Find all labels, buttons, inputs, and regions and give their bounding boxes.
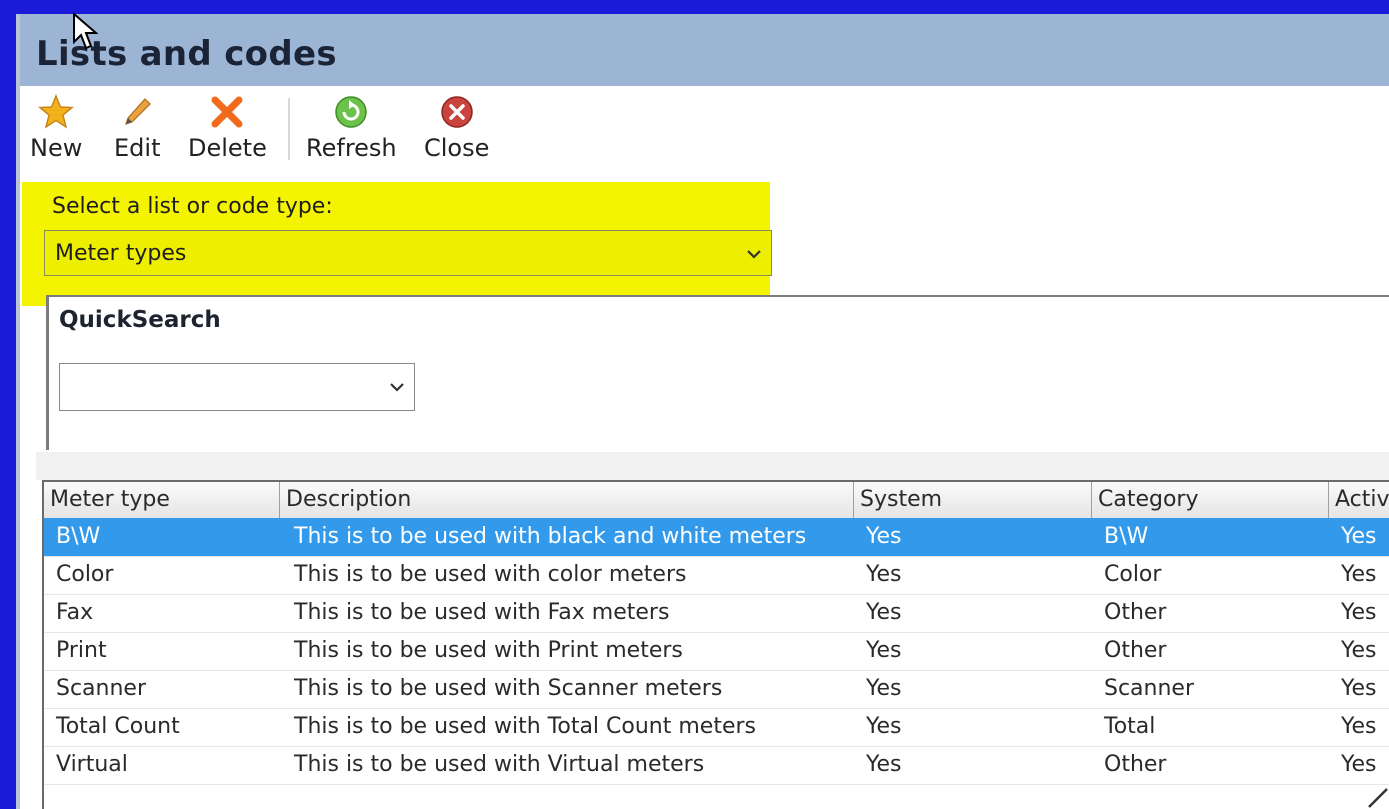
toolbar: New Edit Delete Refresh Close xyxy=(20,86,1389,176)
cell-system: Yes xyxy=(866,524,902,549)
table-row[interactable]: B\W This is to be used with black and whi… xyxy=(44,518,1389,557)
cell-meter-type: B\W xyxy=(56,524,101,549)
cell-category: B\W xyxy=(1104,524,1149,549)
table-row[interactable]: Print This is to be used with Print meter… xyxy=(44,632,1389,671)
close-button[interactable]: Close xyxy=(424,92,489,172)
panel-divider xyxy=(36,452,1389,480)
column-header-category[interactable]: Category xyxy=(1092,482,1329,518)
column-header-system[interactable]: System xyxy=(854,482,1092,518)
table-row[interactable]: Scanner This is to be used with Scanner m… xyxy=(44,670,1389,709)
cell-system: Yes xyxy=(866,752,902,777)
table-row[interactable]: Fax This is to be used with Fax meters Yes… xyxy=(44,594,1389,633)
new-button[interactable]: New xyxy=(30,92,82,172)
quicksearch-title: QuickSearch xyxy=(59,307,221,333)
cell-system: Yes xyxy=(866,600,902,625)
window-border-left xyxy=(0,0,16,809)
cell-category: Other xyxy=(1104,638,1167,663)
chevron-down-icon xyxy=(747,250,761,259)
cell-description: This is to be used with Total Count mete… xyxy=(294,714,756,739)
grid-header: Meter type Description System Category A… xyxy=(44,482,1389,519)
cell-system: Yes xyxy=(866,714,902,739)
chevron-down-icon xyxy=(390,383,404,392)
column-header-meter-type[interactable]: Meter type xyxy=(44,482,280,518)
cell-description: This is to be used with color meters xyxy=(294,562,687,587)
delete-x-icon xyxy=(207,92,247,132)
cell-meter-type: Fax xyxy=(56,600,94,625)
cell-description: This is to be used with Scanner meters xyxy=(294,676,723,701)
delete-button[interactable]: Delete xyxy=(188,92,267,172)
column-header-description[interactable]: Description xyxy=(280,482,854,518)
cell-meter-type: Virtual xyxy=(56,752,128,777)
cell-category: Other xyxy=(1104,600,1167,625)
column-header-active[interactable]: Activ xyxy=(1329,482,1389,518)
cell-active: Yes xyxy=(1341,752,1377,777)
cell-category: Other xyxy=(1104,752,1167,777)
cell-description: This is to be used with black and white … xyxy=(294,524,807,549)
cell-meter-type: Scanner xyxy=(56,676,147,701)
cell-meter-type: Print xyxy=(56,638,107,663)
cell-active: Yes xyxy=(1341,714,1377,739)
cell-category: Scanner xyxy=(1104,676,1195,701)
cell-active: Yes xyxy=(1341,524,1377,549)
cell-description: This is to be used with Fax meters xyxy=(294,600,670,625)
table-row[interactable]: Total Count This is to be used with Total… xyxy=(44,708,1389,747)
cell-description: This is to be used with Virtual meters xyxy=(294,752,705,777)
cell-description: This is to be used with Print meters xyxy=(294,638,683,663)
mouse-cursor-icon xyxy=(73,12,98,50)
table-row[interactable]: Color This is to be used with color meter… xyxy=(44,556,1389,595)
title-bar: Lists and codes xyxy=(20,14,1389,86)
cell-active: Yes xyxy=(1341,562,1377,587)
cell-active: Yes xyxy=(1341,600,1377,625)
refresh-icon xyxy=(331,92,371,132)
delete-label: Delete xyxy=(188,134,267,162)
quicksearch-dropdown[interactable] xyxy=(59,363,415,411)
quicksearch-panel: QuickSearch xyxy=(46,295,1389,450)
cell-meter-type: Total Count xyxy=(56,714,180,739)
new-label: New xyxy=(30,134,83,162)
refresh-button[interactable]: Refresh xyxy=(306,92,397,172)
refresh-label: Refresh xyxy=(306,134,397,162)
cell-active: Yes xyxy=(1341,638,1377,663)
window-border-top xyxy=(0,0,1389,14)
list-type-value: Meter types xyxy=(55,241,187,266)
cell-active: Yes xyxy=(1341,676,1377,701)
close-icon xyxy=(437,92,477,132)
cell-system: Yes xyxy=(866,562,902,587)
table-row[interactable]: Virtual This is to be used with Virtual m… xyxy=(44,746,1389,785)
toolbar-separator xyxy=(288,98,290,160)
meter-types-grid: Meter type Description System Category A… xyxy=(42,480,1389,809)
cell-system: Yes xyxy=(866,638,902,663)
edit-label: Edit xyxy=(114,134,161,162)
cell-system: Yes xyxy=(866,676,902,701)
lists-and-codes-window: Lists and codes New Edit Delete Refresh … xyxy=(0,0,1389,809)
cell-meter-type: Color xyxy=(56,562,114,587)
type-selector-label: Select a list or code type: xyxy=(52,194,333,219)
star-icon xyxy=(36,92,76,132)
pencil-icon xyxy=(117,92,157,132)
close-label: Close xyxy=(424,134,490,162)
cell-category: Color xyxy=(1104,562,1162,587)
list-type-dropdown[interactable]: Meter types xyxy=(44,230,772,276)
resize-grip-icon[interactable] xyxy=(1363,783,1389,809)
edit-button[interactable]: Edit xyxy=(114,92,160,172)
cell-category: Total xyxy=(1104,714,1156,739)
